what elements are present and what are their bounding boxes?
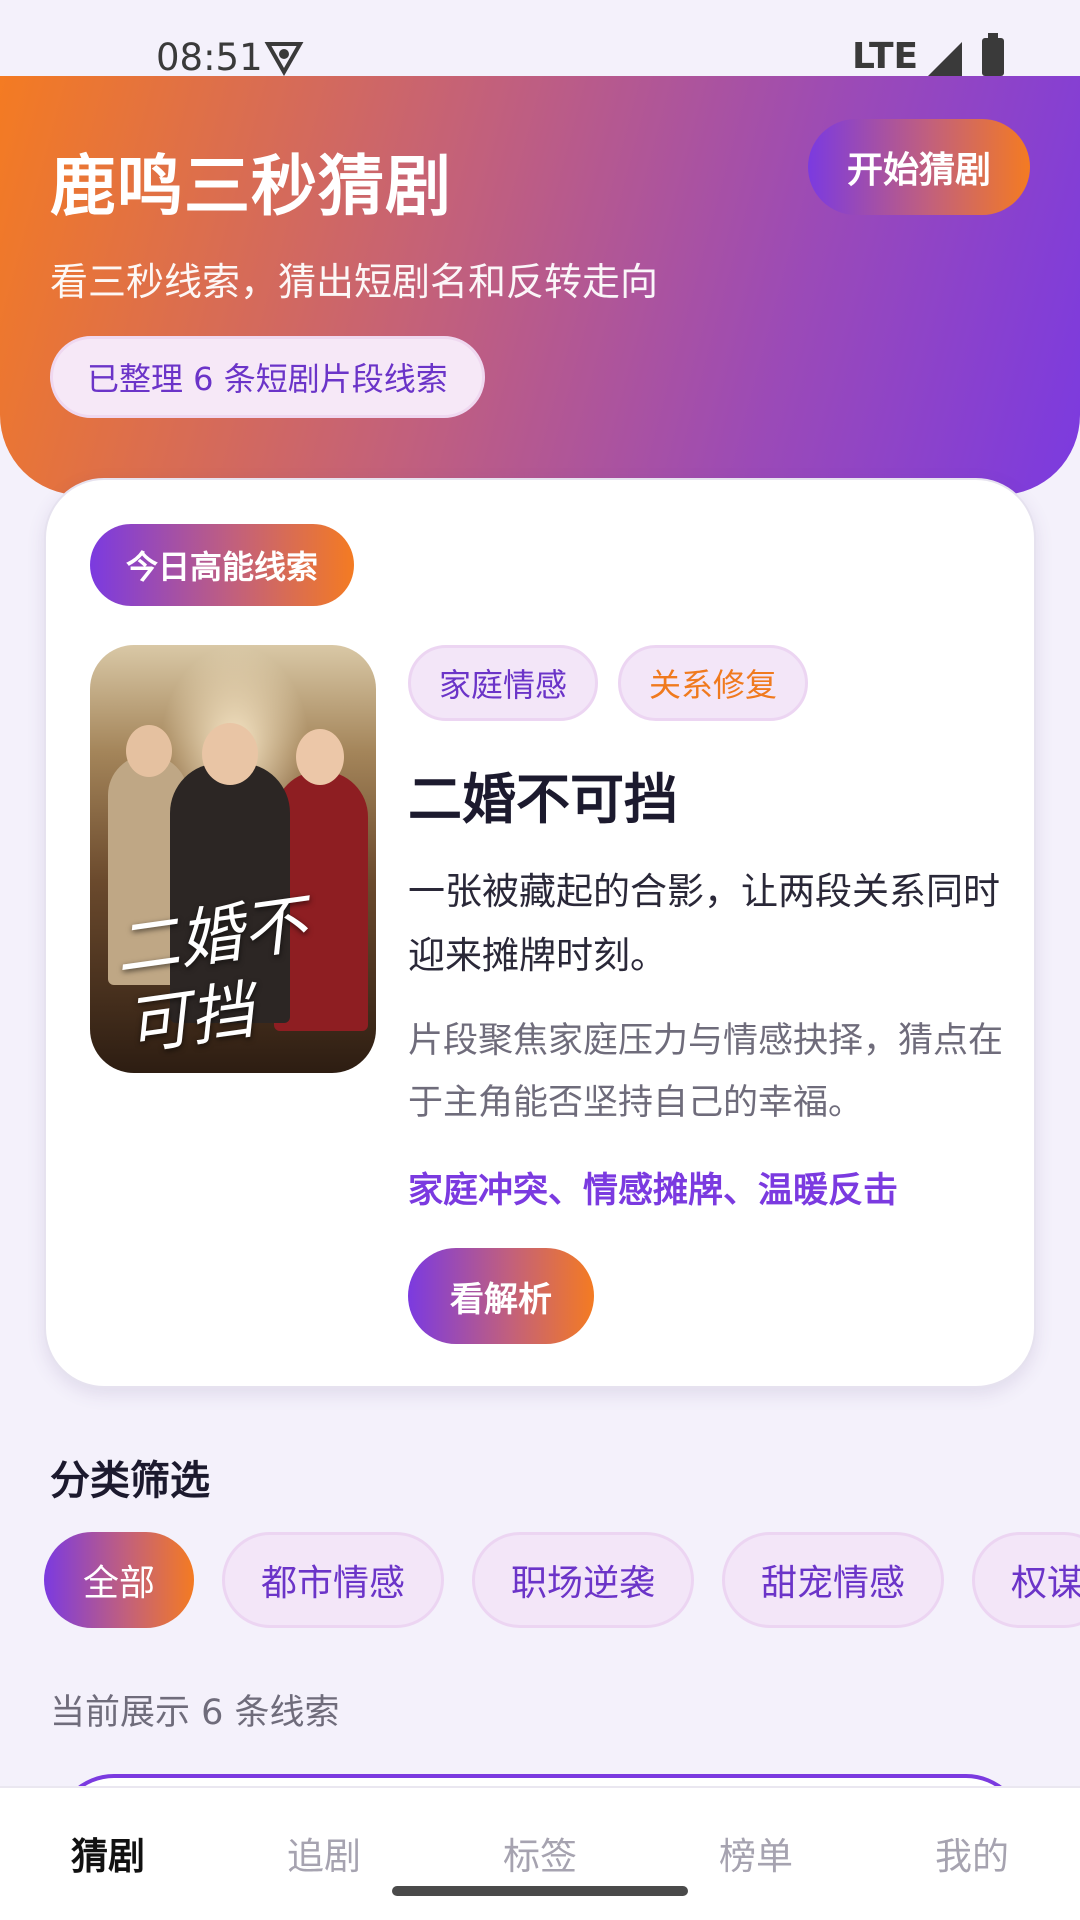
view-analysis-button[interactable]: 看解析 (408, 1248, 594, 1344)
chip-urban-emotion[interactable]: 都市情感 (222, 1532, 444, 1628)
signal-icon (928, 42, 962, 76)
chip-all[interactable]: 全部 (44, 1532, 194, 1628)
chip-sweet-romance[interactable]: 甜宠情感 (722, 1532, 944, 1628)
tag-family-emotion[interactable]: 家庭情感 (408, 645, 599, 721)
chip-power-intrigue[interactable]: 权谋 (972, 1532, 1080, 1628)
tag-relationship-repair[interactable]: 关系修复 (618, 645, 809, 721)
drama-poster[interactable]: 二婚不可挡 (90, 645, 376, 1073)
drama-keywords: 家庭冲突、情感摊牌、温暖反击 (408, 1171, 899, 1211)
bottom-navigation: 猜剧 追剧 标签 榜单 我的 (0, 1786, 1080, 1920)
nav-guess[interactable]: 猜剧 (0, 1826, 216, 1880)
poster-figure-left-head (126, 725, 172, 777)
nav-tags[interactable]: 标签 (432, 1826, 648, 1880)
battery-icon (982, 33, 1004, 76)
status-bar: 08:51 LTE (0, 0, 1080, 79)
clue-count-pill: 已整理 6 条短剧片段线索 (50, 336, 485, 418)
featured-clue-card[interactable]: 今日高能线索 二婚不可挡 家庭情感 关系修复 二婚不可挡 一张被藏起的合影，让两… (44, 478, 1036, 1388)
clue-count-text: 当前展示 6 条线索 (50, 1693, 340, 1733)
poster-figure-right-head (296, 729, 344, 785)
start-guess-button[interactable]: 开始猜剧 (808, 119, 1030, 215)
status-time: 08:51 (156, 36, 263, 79)
poster-figure-center-head (202, 723, 258, 785)
nav-ranking[interactable]: 榜单 (648, 1826, 864, 1880)
drama-detail: 片段聚焦家庭压力与情感抉择，猜点在于主角能否坚持自己的幸福。 (408, 1021, 1004, 1123)
network-type: LTE (852, 36, 919, 77)
poster-title: 二婚不可挡 (110, 887, 312, 1065)
daily-highlight-badge: 今日高能线索 (90, 524, 354, 606)
drama-description: 一张被藏起的合影，让两段关系同时迎来摊牌时刻。 (408, 870, 1000, 977)
nav-follow[interactable]: 追剧 (216, 1826, 432, 1880)
drama-title: 二婚不可挡 (408, 768, 678, 831)
vpn-shield-icon (264, 42, 304, 76)
chip-workplace-comeback[interactable]: 职场逆袭 (472, 1532, 694, 1628)
nav-mine[interactable]: 我的 (864, 1826, 1080, 1880)
home-indicator[interactable] (392, 1886, 688, 1896)
category-filter-title: 分类筛选 (50, 1458, 210, 1504)
hero-banner: 鹿鸣三秒猜剧 看三秒线索，猜出短剧名和反转走向 已整理 6 条短剧片段线索 开始… (0, 75, 1080, 495)
app-subtitle: 看三秒线索，猜出短剧名和反转走向 (50, 260, 659, 304)
app-title: 鹿鸣三秒猜剧 (50, 148, 452, 225)
